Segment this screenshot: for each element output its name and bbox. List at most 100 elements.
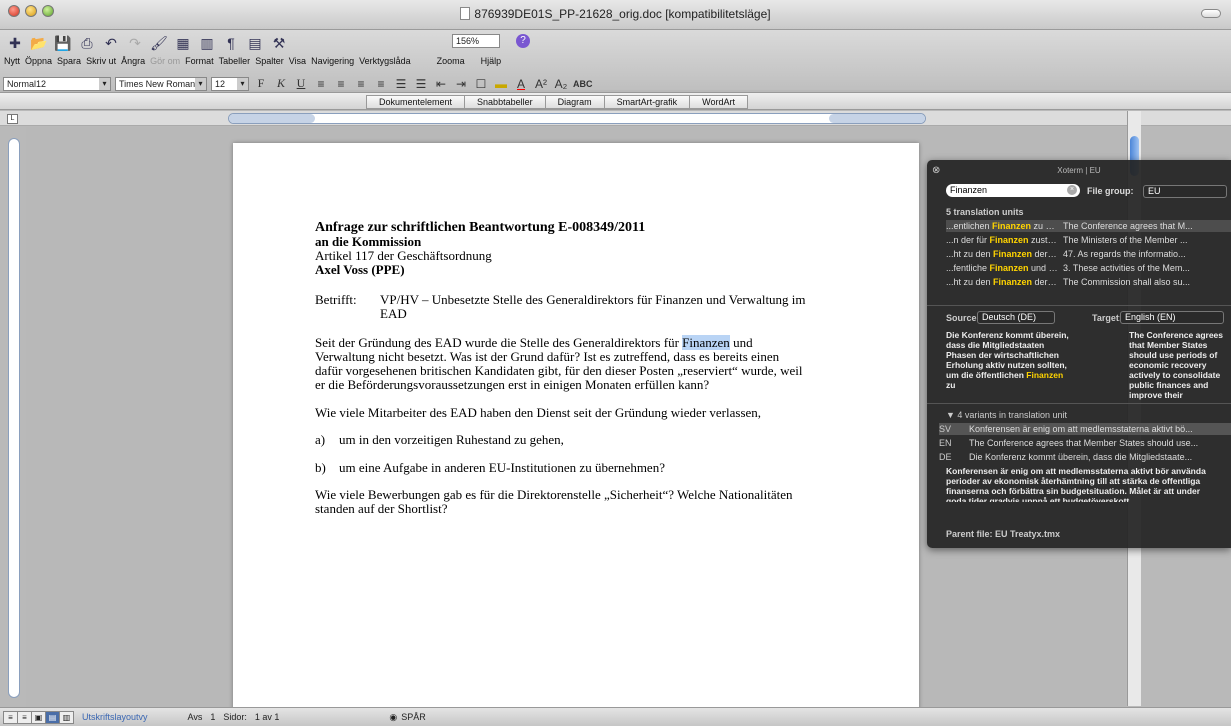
new-label[interactable]: Nytt (4, 56, 20, 66)
align-center-icon[interactable]: ≡ (333, 77, 349, 91)
save-label[interactable]: Spara (57, 56, 81, 66)
window-title: 876939DE01S_PP-21628_orig.doc [kompatibi… (0, 7, 1231, 21)
variant-row[interactable]: EN The Conference agrees that Member Stat… (939, 437, 1231, 449)
doc-search-highlight: Finanzen (682, 335, 730, 350)
file-group-label: File group: (1087, 186, 1134, 196)
target-label: Target: (1092, 313, 1122, 323)
undo-icon[interactable]: ↶ (102, 34, 120, 52)
open-folder-icon[interactable]: 📂 (30, 34, 48, 52)
word-window: 876939DE01S_PP-21628_orig.doc [kompatibi… (0, 0, 1231, 726)
font-size-select[interactable]: 12 (211, 76, 249, 91)
notebook-view-icon[interactable]: ▥ (59, 710, 74, 724)
target-language-select[interactable]: English (EN) (1120, 311, 1224, 324)
text-effects-icon[interactable]: ABC (573, 79, 593, 89)
doc-paragraph3-line2: standen auf der Shortlist? (315, 501, 448, 516)
highlight-icon[interactable]: ▬ (493, 77, 509, 91)
justify-icon[interactable]: ≡ (373, 77, 389, 91)
doc-item-a-text: um in den vorzeitigen Ruhestand zu gehen… (339, 432, 564, 447)
doc-paragraph1-line2: Verwaltung nicht besetzt. Was ist der Gr… (315, 349, 780, 364)
indent-icon[interactable]: ⇥ (453, 77, 469, 91)
redo-label[interactable]: Gör om (150, 56, 180, 66)
translation-unit-row[interactable]: ...entlichen Finanzen zu kons...The Conf… (946, 220, 1231, 232)
zoom-label[interactable]: Zooma (437, 56, 465, 66)
target-segment: The Conference agrees that Member States… (1129, 330, 1224, 400)
align-right-icon[interactable]: ≡ (353, 77, 369, 91)
tab-document-elements[interactable]: Dokumentelement (366, 95, 466, 109)
translation-unit-row[interactable]: ...n der für Finanzen zuständi...The Min… (946, 234, 1231, 246)
translation-unit-row[interactable]: ...fentliche Finanzen und mon...3. These… (946, 262, 1231, 274)
variant-row[interactable]: SV Konferensen är enig om att medlemsstat… (939, 423, 1231, 435)
translation-unit-row[interactable]: ...ht zu den Finanzen der Uni...The Comm… (946, 276, 1231, 288)
doc-paragraph1-line4: er die Beförderungsvoraussetzungen erst … (315, 377, 710, 392)
table-icon[interactable]: ▦ (174, 34, 192, 52)
help-label[interactable]: Hjälp (481, 56, 502, 66)
draft-view-icon[interactable]: ≡ (3, 710, 18, 724)
help-icon[interactable]: ? (516, 34, 530, 48)
style-select[interactable]: Normal12 (3, 76, 111, 91)
document-page[interactable]: Anfrage zur schriftlichen Beantwortung E… (233, 143, 919, 713)
horizontal-ruler[interactable] (228, 113, 926, 124)
outdent-icon[interactable]: ⇤ (433, 77, 449, 91)
pages-value: 1 av 1 (254, 712, 280, 722)
publishing-view-icon[interactable]: ▣ (31, 710, 46, 724)
track-changes-label[interactable]: SPÅR (401, 712, 426, 722)
doc-subject-line1: VP/HV – Unbesetzte Stelle des Generaldir… (380, 292, 806, 307)
columns-label[interactable]: Spalter (255, 56, 284, 66)
subscript-icon[interactable]: A₂ (553, 77, 569, 91)
view-label[interactable]: Visa (289, 56, 306, 66)
term-search-input[interactable]: Finanzen × (946, 184, 1080, 197)
format-label[interactable]: Format (185, 56, 214, 66)
window-title-text: 876939DE01S_PP-21628_orig.doc [kompatibi… (474, 7, 771, 21)
undo-label[interactable]: Ångra (121, 56, 145, 66)
doc-paragraph3-line1: Wie viele Bewerbungen gab es für die Dir… (315, 487, 793, 502)
pages-label: Sidor: (223, 712, 247, 722)
elements-ribbon: Dokumentelement Snabbtabeller Diagram Sm… (0, 92, 1231, 110)
clear-search-icon[interactable]: × (1067, 185, 1077, 195)
units-count: 5 translation units (946, 207, 1024, 217)
variant-row[interactable]: DE Die Konferenz kommt überein, dass die … (939, 451, 1231, 463)
tab-smartart[interactable]: SmartArt-grafik (603, 95, 691, 109)
toolbox-label[interactable]: Verktygslåda (359, 56, 411, 66)
font-color-icon[interactable]: A (513, 77, 529, 91)
source-language-select[interactable]: Deutsch (DE) (977, 311, 1055, 324)
translation-unit-row[interactable]: ...ht zu den Finanzen der Eur...47. As r… (946, 248, 1231, 260)
tab-quick-tables[interactable]: Snabbtabeller (464, 95, 546, 109)
pilcrow-icon[interactable]: ¶ (222, 34, 240, 52)
columns-icon[interactable]: ▥ (198, 34, 216, 52)
tab-wordart[interactable]: WordArt (689, 95, 748, 109)
navigation-pane-icon[interactable]: ▤ (246, 34, 264, 52)
numbered-list-icon[interactable]: ☰ (413, 77, 429, 91)
new-document-icon[interactable]: ✚ (6, 34, 24, 52)
print-icon[interactable]: ⎙ (78, 34, 96, 52)
doc-paragraph2: Wie viele Mitarbeiter des EAD haben den … (315, 405, 762, 420)
tables-label[interactable]: Tabeller (219, 56, 251, 66)
redo-icon[interactable]: ↷ (126, 34, 144, 52)
underline-icon[interactable]: U (293, 76, 309, 91)
print-layout-view-icon[interactable]: ▤ (45, 710, 60, 724)
vertical-ruler[interactable] (8, 138, 20, 698)
align-left-icon[interactable]: ≡ (313, 77, 329, 91)
toolbox-icon[interactable]: ⚒ (270, 34, 288, 52)
bullet-list-icon[interactable]: ☰ (393, 77, 409, 91)
border-icon[interactable]: ☐ (473, 77, 489, 91)
format-brush-icon[interactable]: 🖌 (150, 34, 168, 52)
font-select[interactable]: Times New Roman (115, 76, 207, 91)
tab-charts[interactable]: Diagram (544, 95, 605, 109)
xoterm-panel: ⊗ Xoterm | EU Finanzen × File group: EU 5… (927, 160, 1231, 548)
superscript-icon[interactable]: A² (533, 77, 549, 91)
status-bar: ≡ ≡ ▣ ▤ ▥ Utskriftslayoutvy Avs 1 Sidor:… (0, 707, 1231, 726)
navigation-label[interactable]: Navigering (311, 56, 354, 66)
doc-paragraph1-line3: dafür vorgesehenen britischen Kandidaten… (315, 363, 803, 378)
zoom-select[interactable]: 156% (452, 34, 500, 48)
bold-icon[interactable]: F (253, 76, 269, 91)
doc-paragraph1-line1: Seit der Gründung des EAD wurde die Stel… (315, 335, 835, 350)
italic-icon[interactable]: K (273, 76, 289, 91)
outline-view-icon[interactable]: ≡ (17, 710, 32, 724)
toolbar-toggle-button[interactable] (1201, 9, 1221, 18)
track-changes-icon[interactable]: ◉ (389, 712, 397, 723)
save-icon[interactable]: 💾 (54, 34, 72, 52)
print-label[interactable]: Skriv ut (86, 56, 116, 66)
open-label[interactable]: Öppna (25, 56, 52, 66)
tab-stop-selector[interactable]: L (7, 114, 18, 124)
file-group-select[interactable]: EU (1143, 185, 1227, 198)
